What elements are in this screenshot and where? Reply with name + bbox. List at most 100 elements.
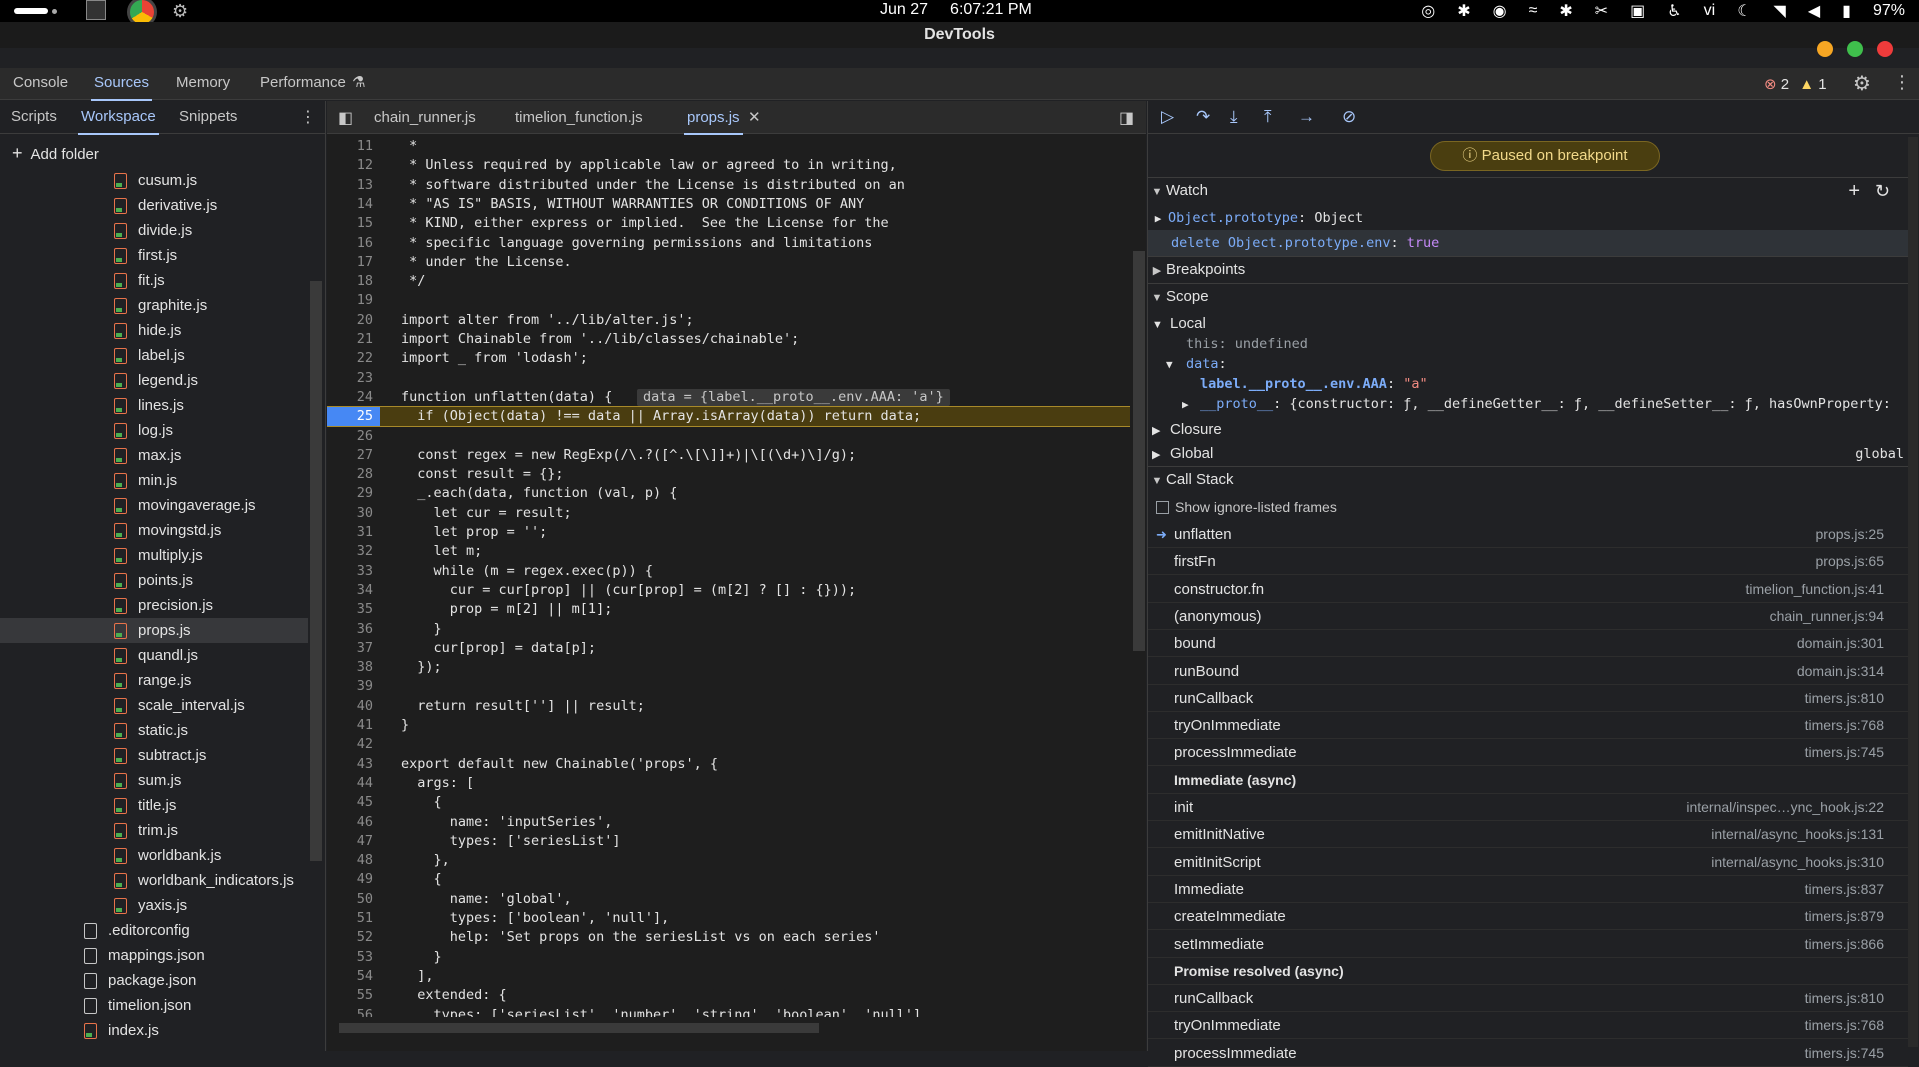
watch-entry[interactable]: ▶ Object.prototype: Object — [1148, 205, 1908, 231]
callstack-frame[interactable]: emitInitNative internal/async_hooks.js:13… — [1148, 821, 1908, 849]
code-line[interactable]: 39 — [327, 677, 1130, 696]
code-line[interactable]: 50 name: 'global', — [327, 890, 1130, 909]
language-indicator[interactable]: vi — [1704, 2, 1716, 20]
callstack-frame[interactable]: tryOnImmediate timers.js:768 — [1148, 712, 1908, 740]
line-number[interactable]: 27 — [327, 446, 373, 465]
code-line[interactable]: 42 — [327, 735, 1130, 754]
callstack-frame[interactable]: createImmediate timers.js:879 — [1148, 903, 1908, 931]
line-number[interactable]: 30 — [327, 504, 373, 523]
callstack-frame[interactable]: runBound domain.js:314 — [1148, 658, 1908, 685]
code-line[interactable]: 36 } — [327, 620, 1130, 639]
code-line[interactable]: 14 * "AS IS" BASIS, WITHOUT WARRANTIES O… — [327, 195, 1130, 214]
line-number[interactable]: 28 — [327, 465, 373, 484]
code-line[interactable]: 27 const regex = new RegExp(/\.?([^.\[\]… — [327, 446, 1130, 465]
line-number[interactable]: 53 — [327, 948, 373, 967]
line-number[interactable]: 11 — [327, 137, 373, 156]
file-tree-item[interactable]: first.js — [0, 243, 308, 268]
code-line[interactable]: 19 — [327, 291, 1130, 310]
line-number[interactable]: 38 — [327, 658, 373, 677]
file-tree-item[interactable]: legend.js — [0, 368, 308, 393]
code-line[interactable]: 23 — [327, 369, 1130, 388]
add-watch-icon[interactable]: + — [1848, 178, 1860, 204]
code-line[interactable]: 11 * — [327, 137, 1130, 156]
file-tree-item[interactable]: min.js — [0, 468, 308, 493]
editor-tab-props[interactable]: props.js — [684, 109, 743, 135]
file-tree-item[interactable]: hide.js — [0, 318, 308, 343]
frame-location[interactable]: timers.js:810 — [1805, 985, 1884, 1012]
line-number[interactable]: 21 — [327, 330, 373, 349]
frame-location[interactable]: domain.js:314 — [1797, 658, 1884, 685]
line-number[interactable]: 51 — [327, 909, 373, 928]
code-area[interactable]: 11 * 12 * Unless required by applicable l… — [327, 137, 1130, 1017]
code-line[interactable]: 32 let m; — [327, 542, 1130, 561]
frame-location[interactable]: chain_runner.js:94 — [1770, 603, 1884, 630]
issues-counter[interactable]: ⊗ 2 ▲ 1 — [1764, 75, 1827, 93]
callstack-section-header[interactable]: ▼ Call Stack — [1148, 466, 1908, 492]
callstack-frame[interactable]: tryOnImmediate timers.js:768 — [1148, 1012, 1908, 1040]
activities-indicator[interactable] — [14, 8, 48, 14]
frame-location[interactable]: props.js:65 — [1816, 548, 1884, 575]
line-number[interactable]: 55 — [327, 986, 373, 1005]
code-line[interactable]: 13 * software distributed under the Lice… — [327, 176, 1130, 195]
file-tree-item[interactable]: lines.js — [0, 393, 308, 418]
callstack-frame[interactable]: init internal/inspec…ync_hook.js:22 — [1148, 794, 1908, 821]
tab-sources[interactable]: Sources — [90, 74, 153, 101]
code-line[interactable]: 55 extended: { — [327, 986, 1130, 1005]
callstack-frame[interactable]: ➜ unflatten props.js:25 — [1148, 521, 1908, 548]
add-folder-button[interactable]: + Add folder — [12, 143, 99, 164]
close-window-button[interactable] — [1877, 41, 1893, 57]
scope-global[interactable]: ▶ Global global — [1148, 441, 1908, 467]
line-number[interactable]: 41 — [327, 716, 373, 735]
tab-console[interactable]: Console — [13, 74, 68, 91]
file-tree-item[interactable]: log.js — [0, 418, 308, 443]
code-line[interactable]: 15 * KIND, either express or implied. Se… — [327, 214, 1130, 233]
code-line[interactable]: 45 { — [327, 793, 1130, 812]
code-line[interactable]: 35 prop = m[2] || m[1]; — [327, 600, 1130, 619]
file-tree-item[interactable]: precision.js — [0, 593, 308, 618]
toggle-navigator-icon[interactable]: ◧ — [338, 108, 353, 128]
breakpoints-section-header[interactable]: ▶ Breakpoints — [1148, 256, 1908, 282]
line-number[interactable]: 33 — [327, 562, 373, 581]
file-tree-item[interactable]: mappings.json — [0, 943, 308, 968]
frame-location[interactable]: internal/async_hooks.js:310 — [1711, 849, 1884, 876]
show-ignored-frames[interactable]: Show ignore-listed frames — [1148, 494, 1908, 520]
frame-location[interactable]: timers.js:810 — [1805, 685, 1884, 712]
frame-location[interactable]: timers.js:745 — [1805, 739, 1884, 766]
line-number[interactable]: 29 — [327, 484, 373, 503]
code-line[interactable]: 29 _.each(data, function (val, p) { — [327, 484, 1130, 503]
frame-location[interactable]: timers.js:837 — [1805, 876, 1884, 903]
callstack-frame[interactable]: processImmediate timers.js:745 — [1148, 739, 1908, 767]
code-line[interactable]: 38 }); — [327, 658, 1130, 677]
file-tree-item[interactable]: static.js — [0, 718, 308, 743]
line-number[interactable]: 26 — [327, 427, 373, 446]
line-number[interactable]: 13 — [327, 176, 373, 195]
file-tree-item[interactable]: subtract.js — [0, 743, 308, 768]
sidebar-scrollbar[interactable] — [1908, 137, 1918, 1047]
tab-performance[interactable]: Performance — [260, 74, 346, 91]
checkbox[interactable] — [1156, 501, 1169, 514]
file-tree-item[interactable]: range.js — [0, 668, 308, 693]
frame-location[interactable]: props.js:25 — [1816, 521, 1884, 548]
scope-closure[interactable]: ▶ Closure — [1148, 417, 1908, 443]
file-tree-item[interactable]: quandl.js — [0, 643, 308, 668]
file-tree-item[interactable]: props.js — [0, 618, 308, 643]
line-number[interactable]: 25 — [327, 407, 380, 427]
code-line[interactable]: 41} — [327, 716, 1130, 735]
tab-snippets[interactable]: Snippets — [179, 108, 237, 125]
code-line[interactable]: 22 import _ from 'lodash'; — [327, 349, 1130, 368]
code-line[interactable]: 34 cur = cur[prop] || (cur[prop] = (m[2]… — [327, 581, 1130, 600]
code-line[interactable]: 52 help: 'Set props on the seriesList vs… — [327, 928, 1130, 947]
code-line[interactable]: 30 let cur = result; — [327, 504, 1130, 523]
maximize-button[interactable] — [1847, 41, 1863, 57]
frame-location[interactable]: timers.js:745 — [1805, 1040, 1884, 1067]
callstack-frame[interactable]: setImmediate timers.js:866 — [1148, 931, 1908, 958]
scope-section-header[interactable]: ▼ Scope — [1148, 283, 1908, 309]
code-line[interactable]: 25 if (Object(data) !== data || Array.is… — [327, 406, 1130, 428]
code-line[interactable]: 24 function unflatten(data) {data = {labe… — [327, 388, 1130, 407]
file-tree-item[interactable]: worldbank_indicators.js — [0, 868, 308, 893]
code-line[interactable]: 43 export default new Chainable('props', … — [327, 755, 1130, 774]
editor-tab-timelion-function[interactable]: timelion_function.js — [515, 109, 643, 126]
line-number[interactable]: 34 — [327, 581, 373, 600]
line-number[interactable]: 43 — [327, 755, 373, 774]
line-number[interactable]: 56 — [327, 1006, 373, 1018]
